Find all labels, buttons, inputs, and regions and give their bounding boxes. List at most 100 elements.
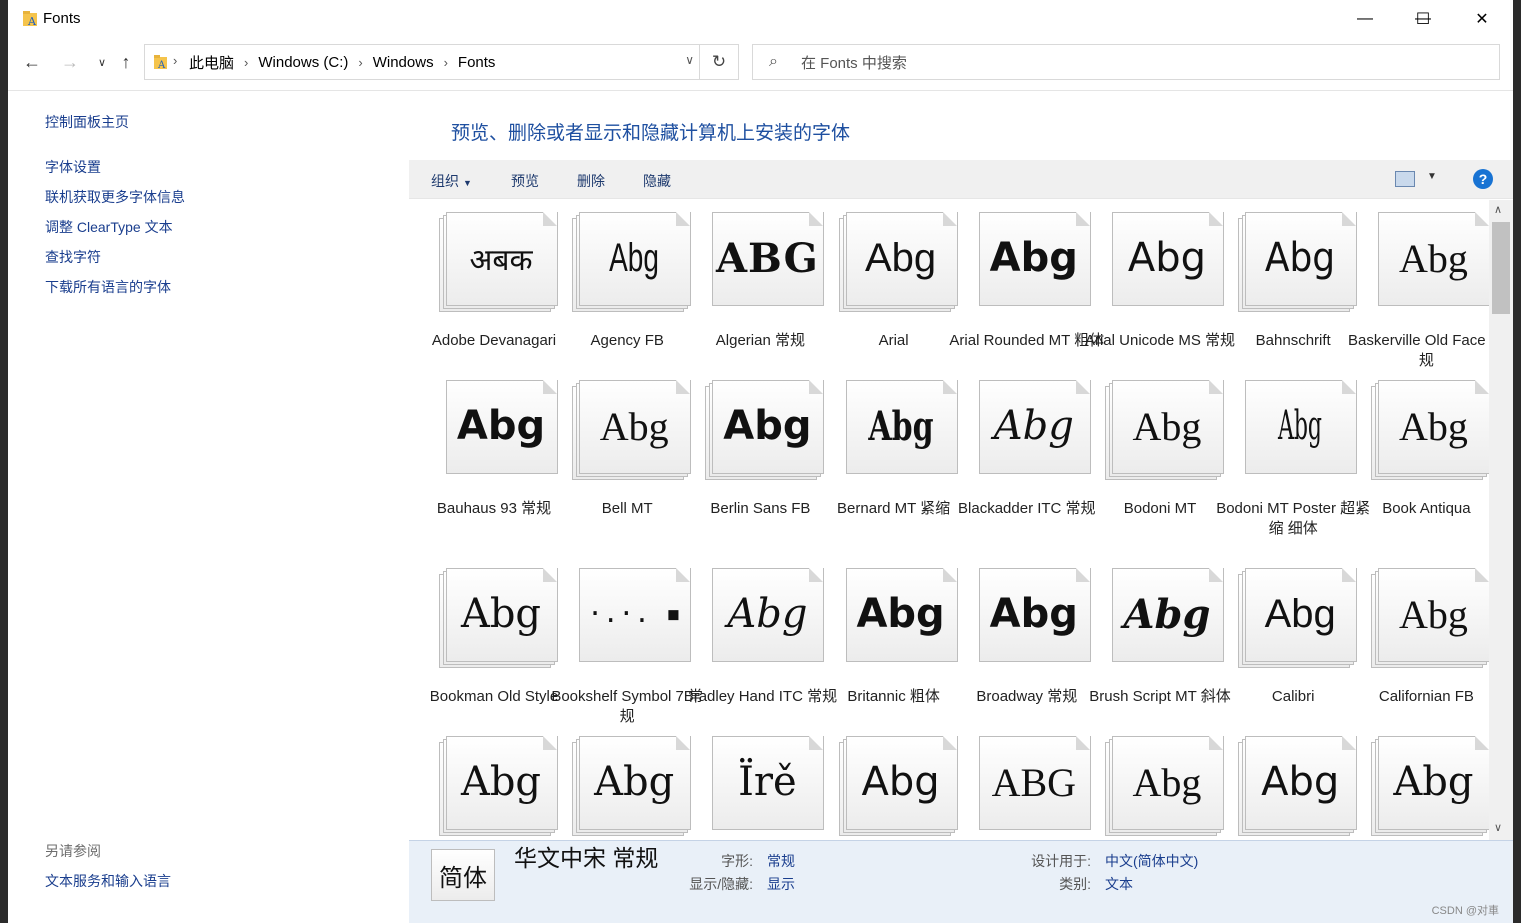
breadcrumb-this-pc[interactable]: 此电脑 — [189, 52, 234, 73]
font-file-icon: Abg — [972, 568, 1091, 668]
font-sample-text: Abg — [1261, 759, 1340, 805]
font-file-icon: Abg — [705, 568, 825, 668]
font-name-label: Baskerville Old Face 常规 — [1348, 332, 1489, 369]
search-box[interactable]: ⌕ — [752, 44, 1500, 80]
font-sample-text: Abg — [1123, 590, 1211, 638]
hide-button[interactable]: 隐藏 — [643, 171, 671, 191]
back-button[interactable]: ← — [18, 48, 46, 76]
font-sample-text: Abg — [1132, 759, 1202, 805]
font-sample-text: Abg — [723, 403, 812, 449]
font-file-icon: Abg — [572, 212, 692, 312]
font-sample-text: Abg — [989, 235, 1078, 281]
arrow-left-icon: ← — [23, 51, 41, 72]
control-panel-home-link[interactable]: 控制面板主页 — [45, 112, 129, 132]
font-sample-text: Abg — [599, 403, 669, 449]
scroll-thumb[interactable] — [1492, 222, 1510, 314]
find-character-link[interactable]: 查找字符 — [45, 247, 101, 267]
font-name-label: Book Antiqua — [1382, 500, 1471, 517]
change-view-icon[interactable] — [1395, 171, 1415, 187]
forward-button[interactable]: → — [56, 48, 84, 76]
get-more-font-info-link[interactable]: 联机获取更多字体信息 — [45, 187, 185, 207]
font-file-icon: ·.·. ▪ — [572, 568, 692, 668]
font-sample-text: Abg — [989, 591, 1078, 637]
text-services-link[interactable]: 文本服务和输入语言 — [45, 871, 171, 891]
font-file-icon: Abg — [1238, 736, 1358, 836]
search-input[interactable] — [799, 51, 1403, 75]
breadcrumb-windows[interactable]: Windows — [373, 54, 434, 71]
help-button[interactable]: ? — [1473, 169, 1493, 189]
font-file-icon: Abg — [439, 736, 558, 836]
scroll-down-icon[interactable]: ∨ — [1494, 821, 1502, 834]
category-key: 类别: — [1059, 876, 1091, 892]
close-button[interactable]: ✕ — [1453, 0, 1511, 38]
refresh-icon: ↻ — [711, 52, 727, 71]
see-also-title: 另请参阅 — [45, 843, 101, 859]
font-file-icon: Abg — [1238, 380, 1358, 480]
font-file-icon: Abg — [1371, 568, 1489, 668]
fonts-folder-icon: A — [23, 11, 37, 28]
font-file-icon: Abg — [1371, 212, 1489, 312]
preview-button[interactable]: 预览 — [511, 171, 539, 191]
breadcrumb-fonts[interactable]: Fonts — [458, 54, 496, 71]
font-sample-text: Abg — [1278, 403, 1323, 449]
font-sample-text: Abg — [594, 759, 675, 805]
caret-down-icon[interactable]: ▼ — [1427, 171, 1437, 182]
font-file-icon: Abg — [972, 212, 1091, 312]
font-file-icon: Abg — [1238, 568, 1358, 668]
explorer-window: A Fonts — — ☐ ✕ ← → ∨ ↑ A › 此电脑 › Window… — [8, 0, 1513, 923]
font-sample-text: Abg — [993, 403, 1074, 449]
page-title: 预览、删除或者显示和隐藏计算机上安装的字体 — [451, 123, 851, 144]
font-file-icon: Abg — [838, 212, 958, 312]
vertical-scrollbar[interactable]: ∧ ∨ — [1489, 200, 1513, 840]
adjust-cleartype-link[interactable]: 调整 ClearType 文本 — [45, 217, 173, 237]
font-file-icon: Abg — [839, 380, 958, 480]
font-sample-text: Abg — [865, 235, 937, 280]
font-sample-text: Ïrě — [738, 759, 797, 805]
font-file-icon: Abg — [1105, 736, 1224, 836]
font-file-icon: Ïrě — [705, 736, 825, 836]
font-file-icon: Abg — [972, 380, 1091, 480]
download-all-fonts-link[interactable]: 下载所有语言的字体 — [45, 277, 171, 297]
close-icon: ✕ — [1475, 11, 1489, 28]
font-file-icon: Abg — [705, 380, 825, 480]
chevron-down-icon: ∨ — [97, 56, 107, 69]
font-file-icon: अबक — [439, 212, 558, 312]
font-file-icon: ABG — [705, 212, 825, 312]
font-file-icon: Abg — [1105, 568, 1224, 668]
font-file-icon: Abg — [1238, 212, 1358, 312]
up-button[interactable]: ↑ — [112, 48, 140, 76]
title-bar: A Fonts — — [8, 0, 1513, 38]
font-sample-text: Abg — [1264, 591, 1336, 636]
font-sample-text: Abg — [1398, 235, 1468, 281]
font-sample-text: Abg — [460, 591, 542, 637]
breadcrumb-separator-icon: › — [358, 54, 363, 70]
window-title: Fonts — [43, 10, 81, 27]
scroll-up-icon[interactable]: ∧ — [1494, 203, 1502, 216]
font-file-icon: Abg — [439, 380, 558, 480]
font-sample-text: Abg — [867, 402, 934, 450]
address-dropdown-icon[interactable]: ∨ — [685, 53, 694, 67]
font-file-icon: Abg — [439, 568, 558, 668]
font-file-icon: Abg — [838, 736, 958, 836]
organize-button[interactable]: 组织 ▼ — [431, 171, 472, 191]
font-settings-link[interactable]: 字体设置 — [45, 157, 101, 177]
fonts-folder-icon: A — [154, 55, 167, 70]
refresh-button[interactable]: ↻ — [699, 45, 738, 79]
watermark: CSDN @对車 — [1431, 905, 1499, 917]
minimize-button[interactable]: — — [1336, 0, 1394, 38]
maximize-button[interactable]: ☐ — [1394, 0, 1452, 38]
selected-font-icon: 简体 — [431, 849, 495, 901]
address-bar[interactable]: A › 此电脑 › Windows (C:) › Windows › Fonts… — [144, 44, 739, 80]
font-sample-text: Abg — [1398, 591, 1468, 637]
organize-label: 组织 — [431, 173, 459, 189]
delete-button[interactable]: 删除 — [577, 171, 605, 191]
breadcrumb-windows-c[interactable]: Windows (C:) — [258, 54, 348, 71]
breadcrumb-separator-icon: › — [443, 54, 448, 70]
font-sample-text: ·.·. ▪ — [587, 599, 682, 629]
font-sample-text: Abg — [460, 759, 542, 805]
search-icon: ⌕ — [769, 53, 778, 70]
font-sample-text: Abg — [1393, 759, 1474, 805]
maximize-icon: ☐ — [1415, 11, 1431, 28]
designed-for-value: 中文(简体中文) — [1105, 853, 1199, 869]
font-file-icon: Abg — [1371, 736, 1489, 836]
